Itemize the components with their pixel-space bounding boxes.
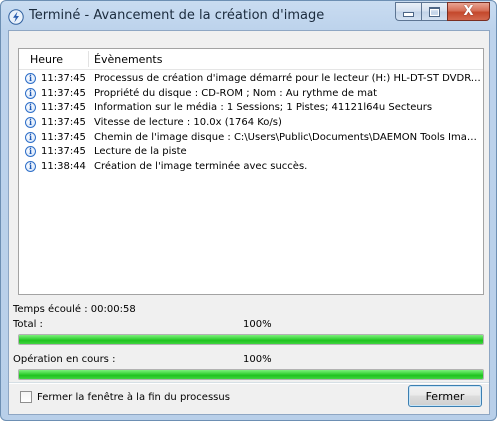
event-message: Chemin de l'image disque : C:\Users\Publ… <box>94 131 482 143</box>
close-on-finish-option[interactable]: Fermer la fenêtre à la fin du processus <box>20 390 230 404</box>
event-time: 11:37:45 <box>41 146 86 158</box>
dialog-body: Heure Évènements i 11:37:45 Processus de… <box>8 30 490 415</box>
info-icon: i <box>25 161 36 173</box>
event-message: Propriété du disque : CD-ROM ; Nom : Au … <box>94 87 377 99</box>
event-time: 11:38:44 <box>41 161 86 173</box>
event-time: 11:37:45 <box>41 117 86 129</box>
current-operation-percent: 100% <box>243 354 272 365</box>
total-progress-bar <box>18 334 484 345</box>
close-button[interactable]: Fermer <box>408 385 482 407</box>
events-rows: i 11:37:45 Processus de création d'image… <box>19 72 483 175</box>
minimize-icon <box>403 12 414 17</box>
event-message: Information sur le média : 1 Sessions; 1… <box>94 102 433 114</box>
list-item[interactable]: i 11:37:45 Processus de création d'image… <box>19 72 483 87</box>
elapsed-time: Temps écoulé : 00:00:58 <box>13 304 136 315</box>
event-time: 11:37:45 <box>41 102 86 114</box>
maximize-button[interactable] <box>421 2 447 21</box>
total-percent: 100% <box>243 319 272 330</box>
total-label: Total : <box>13 319 43 330</box>
event-time: 11:37:45 <box>41 131 86 143</box>
caption-buttons: X <box>395 2 490 22</box>
close-on-finish-label[interactable]: Fermer la fenêtre à la fin du processus <box>37 392 230 403</box>
current-operation-progress-fill <box>19 370 483 379</box>
info-icon: i <box>25 73 36 84</box>
info-icon: i <box>25 146 36 158</box>
list-item[interactable]: i 11:37:45 Lecture de la piste <box>19 145 483 160</box>
event-message: Vitesse de lecture : 10.0x (1764 Ko/s) <box>94 117 282 129</box>
events-list[interactable]: Heure Évènements i 11:37:45 Processus de… <box>18 48 484 295</box>
events-list-header: Heure Évènements <box>19 49 483 70</box>
maximize-icon <box>429 6 440 17</box>
event-time: 11:37:45 <box>41 87 86 99</box>
info-icon: i <box>25 87 36 99</box>
event-time: 11:37:45 <box>41 73 86 84</box>
total-progress-fill <box>19 335 483 344</box>
progress-window: Terminé - Avancement de la création d'im… <box>0 0 497 421</box>
list-item[interactable]: i 11:37:45 Vitesse de lecture : 10.0x (1… <box>19 116 483 131</box>
close-on-finish-checkbox[interactable] <box>20 391 32 403</box>
current-operation-progress-bar <box>18 369 484 380</box>
footer-divider <box>9 382 489 384</box>
column-divider[interactable] <box>88 51 89 67</box>
minimize-button[interactable] <box>395 2 421 21</box>
event-message: Lecture de la piste <box>94 146 187 158</box>
list-item[interactable]: i 11:37:45 Chemin de l'image disque : C:… <box>19 131 483 146</box>
close-window-button[interactable]: X <box>447 2 490 21</box>
info-icon: i <box>25 131 36 143</box>
column-header-events[interactable]: Évènements <box>94 53 162 66</box>
info-icon: i <box>25 102 36 114</box>
title-bar[interactable]: Terminé - Avancement de la création d'im… <box>1 1 496 31</box>
event-message: Création de l'image terminée avec succès… <box>94 161 308 173</box>
current-operation-label: Opération en cours : <box>13 354 116 365</box>
list-item[interactable]: i 11:37:45 Information sur le média : 1 … <box>19 101 483 116</box>
daemon-tools-lightning-icon <box>8 9 24 25</box>
close-icon: X <box>463 4 474 19</box>
event-message: Processus de création d'image démarré po… <box>94 73 482 84</box>
window-title: Terminé - Avancement de la création d'im… <box>29 8 325 23</box>
list-item[interactable]: i 11:38:44 Création de l'image terminée … <box>19 160 483 175</box>
list-item[interactable]: i 11:37:45 Propriété du disque : CD-ROM … <box>19 87 483 102</box>
info-icon: i <box>25 117 36 129</box>
column-header-time[interactable]: Heure <box>30 53 63 66</box>
